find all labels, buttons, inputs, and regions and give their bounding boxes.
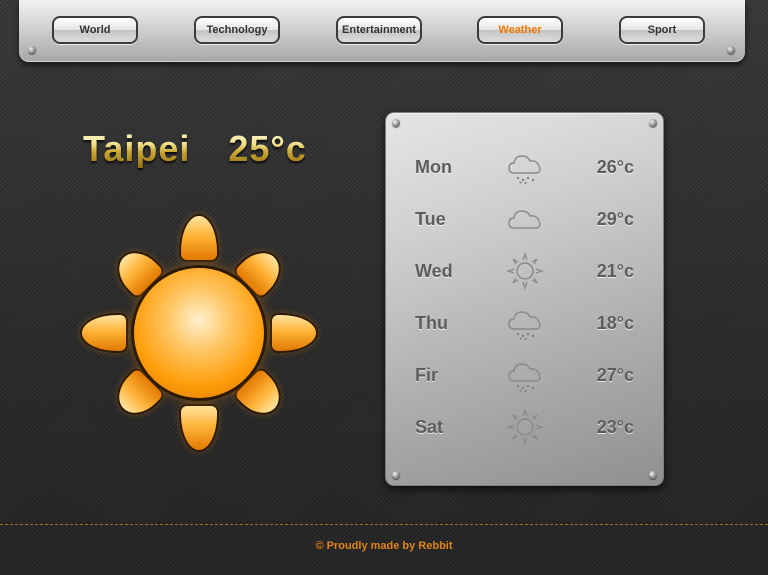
sun-icon	[78, 212, 320, 454]
forecast-day: Mon	[415, 157, 452, 177]
forecast-temp: 27°c	[596, 365, 634, 385]
cloud-rain-icon	[505, 355, 545, 395]
forecast-row: Sat 23°c	[386, 407, 663, 447]
forecast-day: Wed	[415, 261, 453, 281]
sun-icon	[505, 407, 545, 447]
forecast-day: Sat	[415, 417, 444, 437]
forecast-temp: 29°c	[596, 209, 634, 229]
sun-ray	[181, 406, 217, 450]
sun-icon	[505, 251, 545, 291]
top-nav-bar: World Technology Entertainment Weather S…	[19, 0, 745, 62]
footer-divider	[0, 524, 768, 525]
forecast-day: Tue	[415, 209, 446, 229]
forecast-panel: Mon 26°c Tue 29°c Wed 21°c Thu 18°c Fir …	[385, 112, 664, 486]
sun-core	[134, 268, 264, 398]
screw-icon	[28, 46, 36, 54]
sun-ray	[272, 315, 316, 351]
footer-credit: © Proudly made by Rebbit	[315, 540, 453, 552]
forecast-temp: 26°c	[596, 157, 634, 177]
forecast-row: Thu 18°c	[386, 303, 663, 343]
screw-icon	[649, 471, 657, 479]
nav-weather-button[interactable]: Weather	[477, 16, 563, 44]
screw-icon	[392, 471, 400, 479]
city-name: Taipei	[83, 128, 191, 169]
forecast-temp: 18°c	[596, 313, 634, 333]
current-weather-title: Taipei 25°c	[83, 128, 307, 168]
forecast-day: Fir	[415, 365, 439, 385]
forecast-temp: 23°c	[596, 417, 634, 437]
screw-icon	[727, 46, 735, 54]
forecast-row: Fir 27°c	[386, 355, 663, 395]
cloud-rain-icon	[505, 303, 545, 343]
nav-world-button[interactable]: World	[52, 16, 138, 44]
current-temperature: 25°c	[228, 128, 307, 169]
sun-ray	[181, 216, 217, 260]
sun-ray	[82, 315, 126, 351]
forecast-row: Wed 21°c	[386, 251, 663, 291]
forecast-temp: 21°c	[596, 261, 634, 281]
nav-technology-button[interactable]: Technology	[194, 16, 280, 44]
nav-sport-button[interactable]: Sport	[619, 16, 705, 44]
forecast-day: Thu	[415, 313, 448, 333]
screw-icon	[392, 119, 400, 127]
screw-icon	[649, 119, 657, 127]
cloud-icon	[505, 199, 545, 239]
nav-entertainment-button[interactable]: Entertainment	[336, 16, 422, 44]
cloud-rain-icon	[505, 147, 545, 187]
forecast-row: Mon 26°c	[386, 147, 663, 187]
forecast-row: Tue 29°c	[386, 199, 663, 239]
